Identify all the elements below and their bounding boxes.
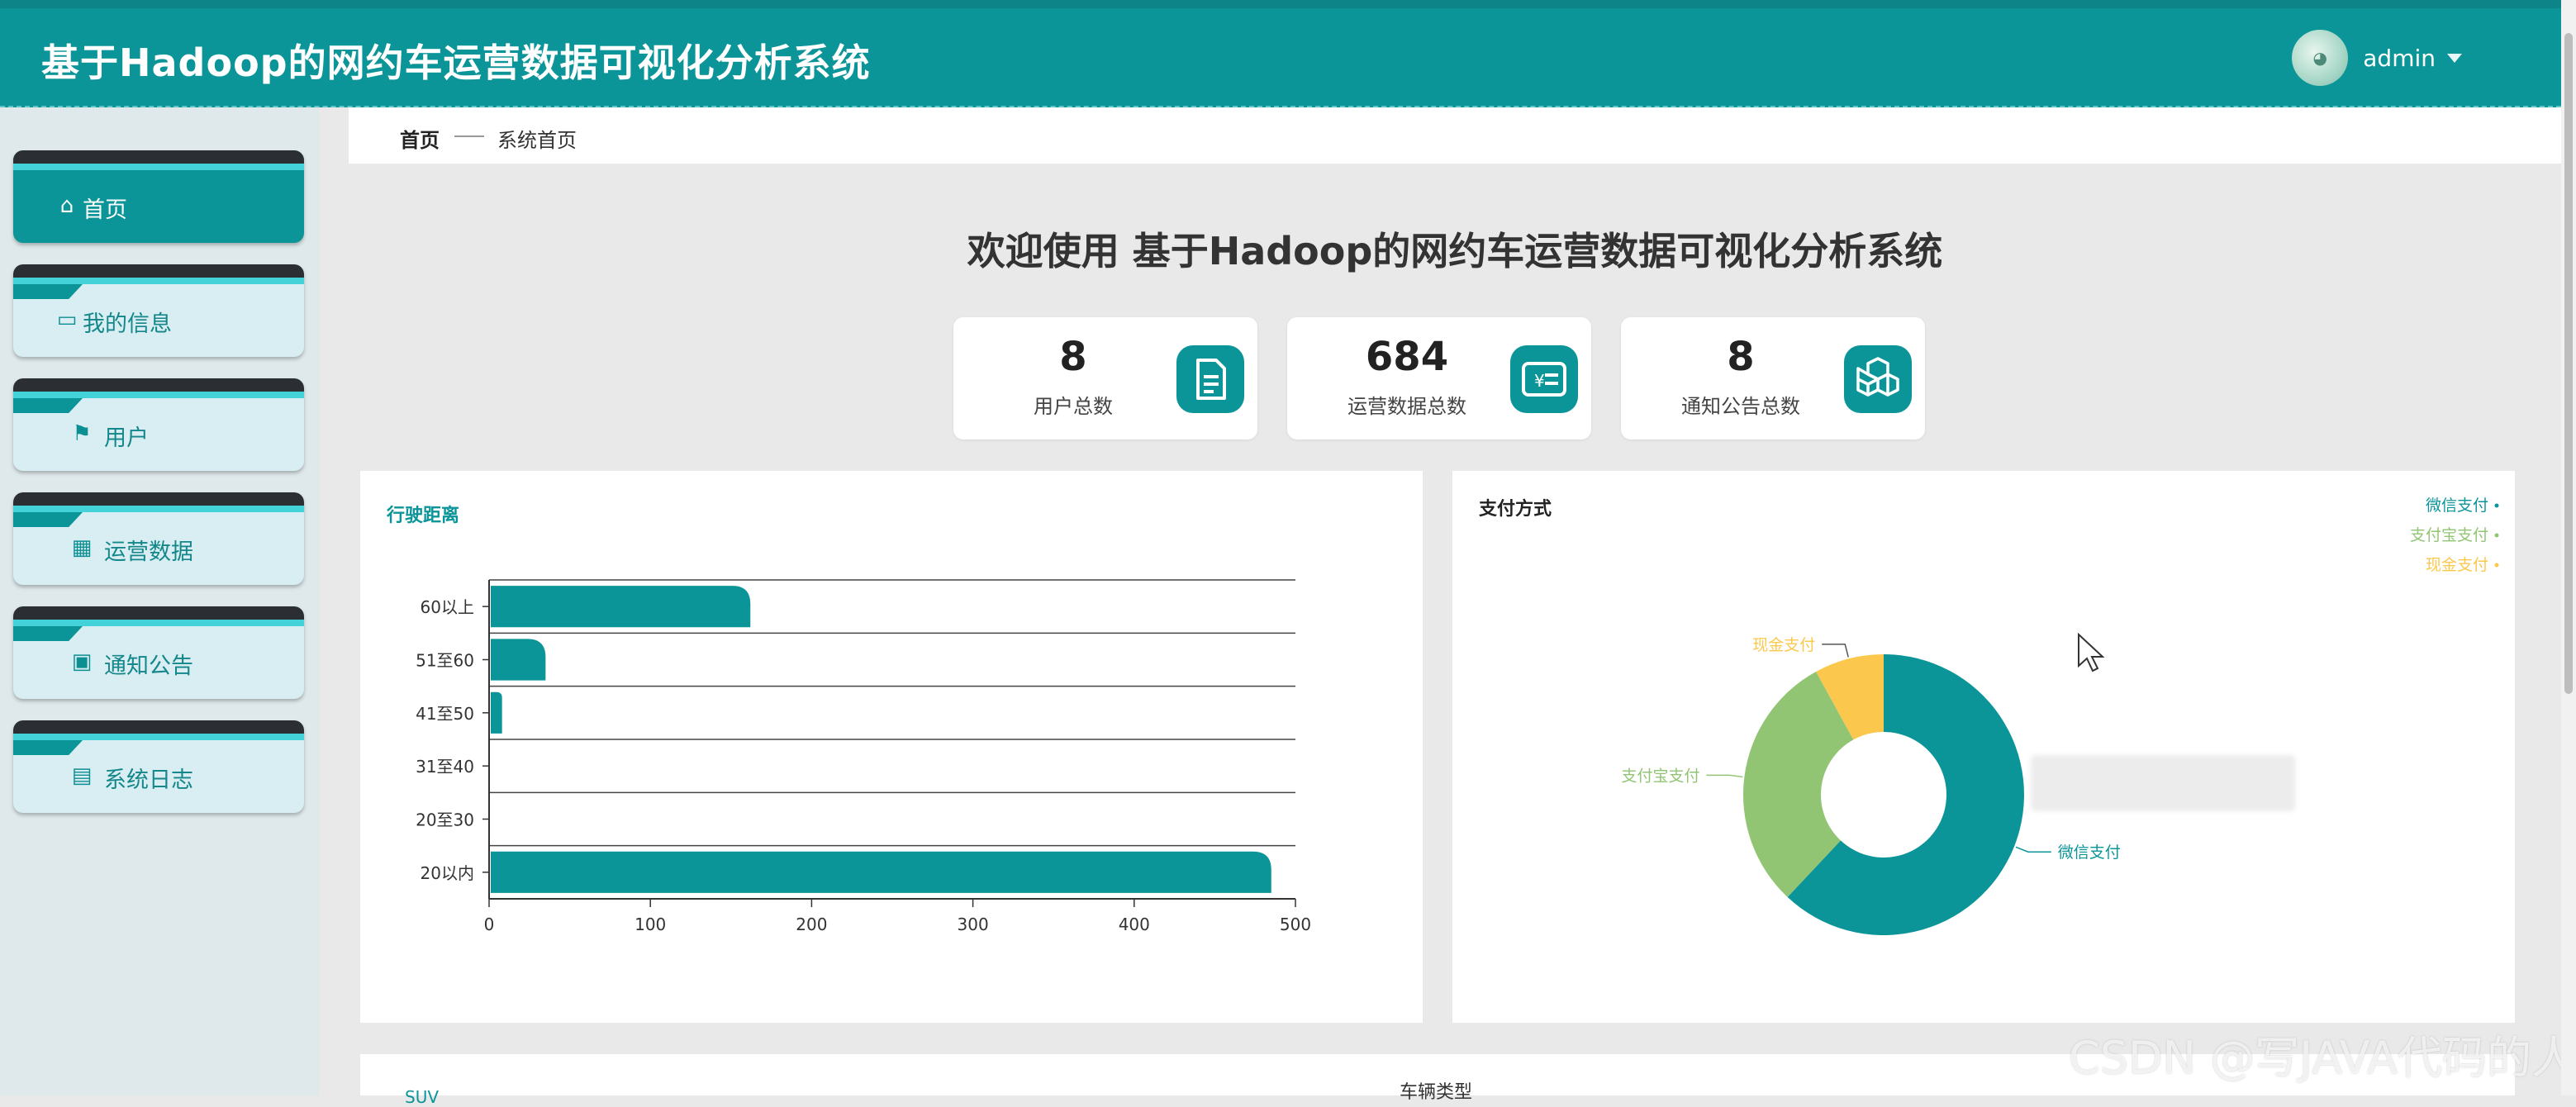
- svg-text:¥: ¥: [1534, 371, 1545, 391]
- user-avatar[interactable]: ◕: [2292, 30, 2349, 86]
- cursor-icon: [2078, 633, 2105, 672]
- driving-distance-panel: 行驶距离 20以内 20至30 31至40 41至50 51至60 60以上 0 100 200…: [360, 471, 1423, 1023]
- legend-label: 微信支付: [2426, 496, 2488, 515]
- legend-marker: [2494, 533, 2499, 538]
- sidebar-item-label: 我的信息: [83, 311, 172, 337]
- sidebar-item-label: 用户: [104, 425, 149, 451]
- x-tick-label: 500: [1280, 915, 1311, 934]
- y-tick-label: 20以内: [421, 863, 474, 883]
- cubes-icon: [1844, 345, 1912, 413]
- slice-label: 支付宝支付: [1621, 767, 1699, 785]
- legend-marker: [2494, 563, 2499, 568]
- bar-chart: 20以内 20至30 31至40 41至50 51至60 60以上 0 100 200 300 40…: [416, 579, 1311, 934]
- user-name[interactable]: admin: [2363, 45, 2436, 72]
- x-tick-label: 300: [958, 915, 989, 934]
- label-line: [2015, 846, 2051, 853]
- bar: [491, 586, 751, 628]
- payment-method-panel: 支付方式 微信支付 支付宝支付 现金支付 微信支付 支付宝支付 现金支付: [1452, 471, 2515, 1023]
- slice-label: 现金支付: [1752, 636, 1815, 654]
- home-icon: ⌂: [59, 193, 74, 218]
- pie-chart: 微信支付支付宝支付现金支付微信支付支付宝支付现金支付: [1621, 496, 2499, 935]
- sidebar-item-notices[interactable]: ▣ 通知公告: [13, 606, 304, 699]
- legend-label: 现金支付: [2426, 556, 2488, 574]
- stat-card-notices: 8 通知公告总数: [1621, 317, 1925, 439]
- top-header: 基于Hadoop的网约车运营数据可视化分析系统 ◕ admin: [0, 0, 2561, 107]
- sidebar-item-label: 运营数据: [104, 539, 193, 565]
- stat-value: 8: [1059, 334, 1087, 380]
- sidebar-item-label: 系统日志: [104, 767, 193, 793]
- sidebar-item-operation-data[interactable]: ▦ 运营数据: [13, 492, 304, 585]
- yen-list-icon: ¥: [1510, 345, 1578, 413]
- sidebar: ⌂ 首页 ▭ 我的信息 ⚑ 用户 ▦ 运营数据 ▣ 通知公告 ▤ 系统日志: [0, 107, 319, 1095]
- breadcrumb-separator: [454, 135, 484, 137]
- label-line: [1706, 774, 1743, 778]
- y-tick-label: 60以上: [421, 597, 474, 617]
- y-tick-label: 41至50: [416, 704, 474, 724]
- x-tick-label: 0: [484, 915, 495, 934]
- sidebar-item-label: 首页: [83, 197, 127, 223]
- sidebar-item-my-info[interactable]: ▭ 我的信息: [13, 264, 304, 357]
- blurred-tooltip: [2031, 755, 2295, 811]
- scrollbar-thumb[interactable]: [2564, 33, 2573, 694]
- x-tick-label: 200: [796, 915, 827, 934]
- sidebar-item-label: 通知公告: [104, 653, 193, 679]
- legend-label: 支付宝支付: [2410, 526, 2488, 544]
- card-icon: ▭: [56, 307, 78, 332]
- flag-icon: ⚑: [72, 421, 92, 446]
- sidebar-item-home[interactable]: ⌂ 首页: [13, 150, 304, 243]
- bar: [491, 639, 546, 681]
- y-tick-label: 51至60: [416, 651, 474, 671]
- user-menu[interactable]: ◕ admin: [2292, 30, 2462, 86]
- stat-card-users: 8 用户总数: [953, 317, 1257, 439]
- breadcrumb-current: 系统首页: [497, 129, 577, 152]
- stat-label: 用户总数: [1034, 395, 1113, 418]
- x-tick-label: 400: [1119, 915, 1150, 934]
- chart-title: 车辆类型: [1400, 1082, 1473, 1103]
- legend-item: SUV: [405, 1087, 440, 1107]
- breadcrumb: 首页 系统首页: [349, 107, 2561, 164]
- app-title: 基于Hadoop的网约车运营数据可视化分析系统: [41, 40, 871, 85]
- bar: [491, 851, 1271, 893]
- breadcrumb-home[interactable]: 首页: [400, 124, 440, 153]
- stat-value: 8: [1727, 334, 1755, 380]
- bar: [491, 691, 502, 734]
- legend-marker: [2494, 503, 2499, 508]
- stat-label: 通知公告总数: [1681, 395, 1800, 418]
- chevron-down-icon[interactable]: [2447, 53, 2462, 63]
- watermark: CSDN @写JAVA代码的人: [2068, 1032, 2576, 1084]
- label-line: [1822, 644, 1849, 658]
- y-tick-label: 20至30: [416, 810, 474, 830]
- clipboard-icon: ▤: [71, 763, 93, 788]
- welcome-title: 欢迎使用 基于Hadoop的网约车运营数据可视化分析系统: [967, 229, 1943, 273]
- slice-label: 微信支付: [2058, 843, 2121, 862]
- y-tick-label: 31至40: [416, 757, 474, 777]
- document-icon: [1176, 345, 1244, 413]
- stat-card-operation-data: 684 运营数据总数 ¥: [1287, 317, 1591, 439]
- sidebar-item-users[interactable]: ⚑ 用户: [13, 378, 304, 471]
- briefcase-icon: ▣: [71, 649, 93, 674]
- stat-value: 684: [1365, 334, 1449, 380]
- x-tick-label: 100: [634, 915, 666, 934]
- stat-label: 运营数据总数: [1347, 395, 1466, 418]
- sidebar-item-system-log[interactable]: ▤ 系统日志: [13, 720, 304, 813]
- grid-icon: ▦: [71, 535, 93, 560]
- scrollbar[interactable]: [2561, 0, 2576, 1095]
